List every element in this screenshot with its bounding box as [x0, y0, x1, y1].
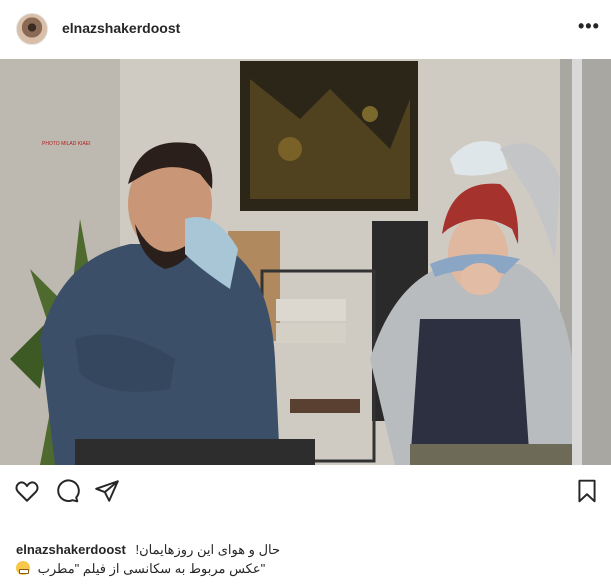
- caption-username[interactable]: elnazshakerdoost: [16, 542, 126, 557]
- send-icon[interactable]: [94, 478, 120, 504]
- photo-scene: PHOTO MILAD KIAEI: [0, 59, 611, 465]
- action-bar: [0, 466, 611, 514]
- avatar[interactable]: [16, 13, 48, 45]
- caption-text-line2: "عکس مربوط به سکانسی از فیلم "مطرب: [37, 561, 266, 576]
- more-options-icon[interactable]: •••: [578, 17, 600, 35]
- photo-watermark: PHOTO MILAD KIAEI: [42, 141, 91, 147]
- post-username[interactable]: elnazshakerdoost: [62, 20, 180, 36]
- heart-icon[interactable]: [14, 478, 40, 504]
- post-header: elnazshakerdoost •••: [0, 0, 611, 58]
- caption-text-line1: حال و هوای این روزهایمان!: [135, 542, 281, 557]
- post-photo[interactable]: PHOTO MILAD KIAEI: [0, 59, 611, 465]
- grin-emoji-icon: [16, 561, 30, 575]
- comment-icon[interactable]: [54, 478, 80, 504]
- post-caption: elnazshakerdoost حال و هوای این روزهایما…: [16, 540, 596, 578]
- bookmark-icon[interactable]: [574, 478, 600, 504]
